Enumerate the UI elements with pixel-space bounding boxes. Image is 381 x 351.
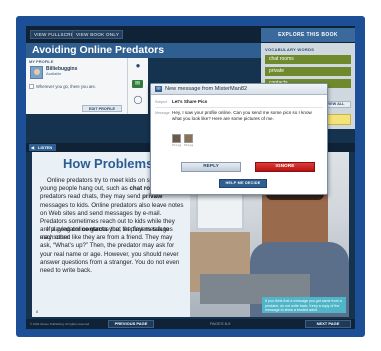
profile-quote: Wherever you go, there you are. <box>36 84 97 89</box>
profile-heading: MY PROFILE <box>29 59 54 64</box>
popup-title: New message from MisterMan82 <box>165 86 248 92</box>
message-popup: ✉ New message from MisterMan82 Subject Le… <box>150 83 328 195</box>
popup-header: ✉ New message from MisterMan82 <box>151 84 327 95</box>
profile-status: Available <box>46 72 62 76</box>
person-icon[interactable]: ● <box>133 62 143 70</box>
photo-caption: If you think that a message you got came… <box>262 297 346 313</box>
title-bar: Avoiding Online Predators <box>26 43 261 58</box>
copyright: © 2011 Rosen Publishing. All rights rese… <box>30 322 91 326</box>
reply-button[interactable]: REPLY <box>181 162 241 172</box>
page-title: Avoiding Online Predators <box>32 44 165 56</box>
chat-icon[interactable]: ◯ <box>133 96 143 104</box>
previous-page-button[interactable]: PREVIOUS PAGE <box>108 320 154 328</box>
ignore-button[interactable]: IGNORE <box>255 162 315 172</box>
app-frame: VIEW FULLSCREEN VIEW BOOK ONLY EXPLORE T… <box>16 16 365 337</box>
message-icon: ✉ <box>155 86 162 92</box>
explore-this-book-button[interactable]: EXPLORE THIS BOOK <box>261 28 355 42</box>
popup-subject: Subject Let's Share Pics <box>155 99 323 108</box>
vocab-word-private[interactable]: private <box>265 67 351 76</box>
book-viewer: VIEW FULLSCREEN VIEW BOOK ONLY EXPLORE T… <box>26 26 355 329</box>
top-bar: VIEW FULLSCREEN VIEW BOOK ONLY EXPLORE T… <box>26 26 355 43</box>
bottom-bar: © 2011 Rosen Publishing. All rights rese… <box>26 319 355 329</box>
picture-attachment-1[interactable] <box>172 134 181 143</box>
profile-panel: MY PROFILE Billiebuggins Available Where… <box>26 58 128 114</box>
vocab-word-chat-rooms[interactable]: chat rooms <box>265 55 351 64</box>
avatar <box>30 66 43 79</box>
picture-attachment-2[interactable] <box>184 134 193 143</box>
paragraph-2: If a predator contacts you, the first me… <box>40 226 180 275</box>
page-number: 8 <box>36 309 39 314</box>
help-me-decide-button[interactable]: HELP ME DECIDE <box>219 179 267 188</box>
vocabulary-heading: VOCABULARY WORDS <box>265 47 315 52</box>
popup-message: Message Hey, I saw your profile online. … <box>155 110 312 122</box>
edit-profile-button[interactable]: EDIT PROFILE <box>82 105 122 112</box>
profile-icons: ● ✉ ◯ <box>128 58 148 114</box>
next-page-button[interactable]: NEXT PAGE <box>305 320 351 328</box>
view-book-only-button[interactable]: VIEW BOOK ONLY <box>72 30 124 39</box>
mail-icon[interactable]: ✉ <box>132 80 143 88</box>
status-checkbox[interactable] <box>29 84 34 89</box>
page-indicator: PAGES 8-9 <box>210 321 231 326</box>
listen-button[interactable]: LISTEN <box>29 144 56 151</box>
